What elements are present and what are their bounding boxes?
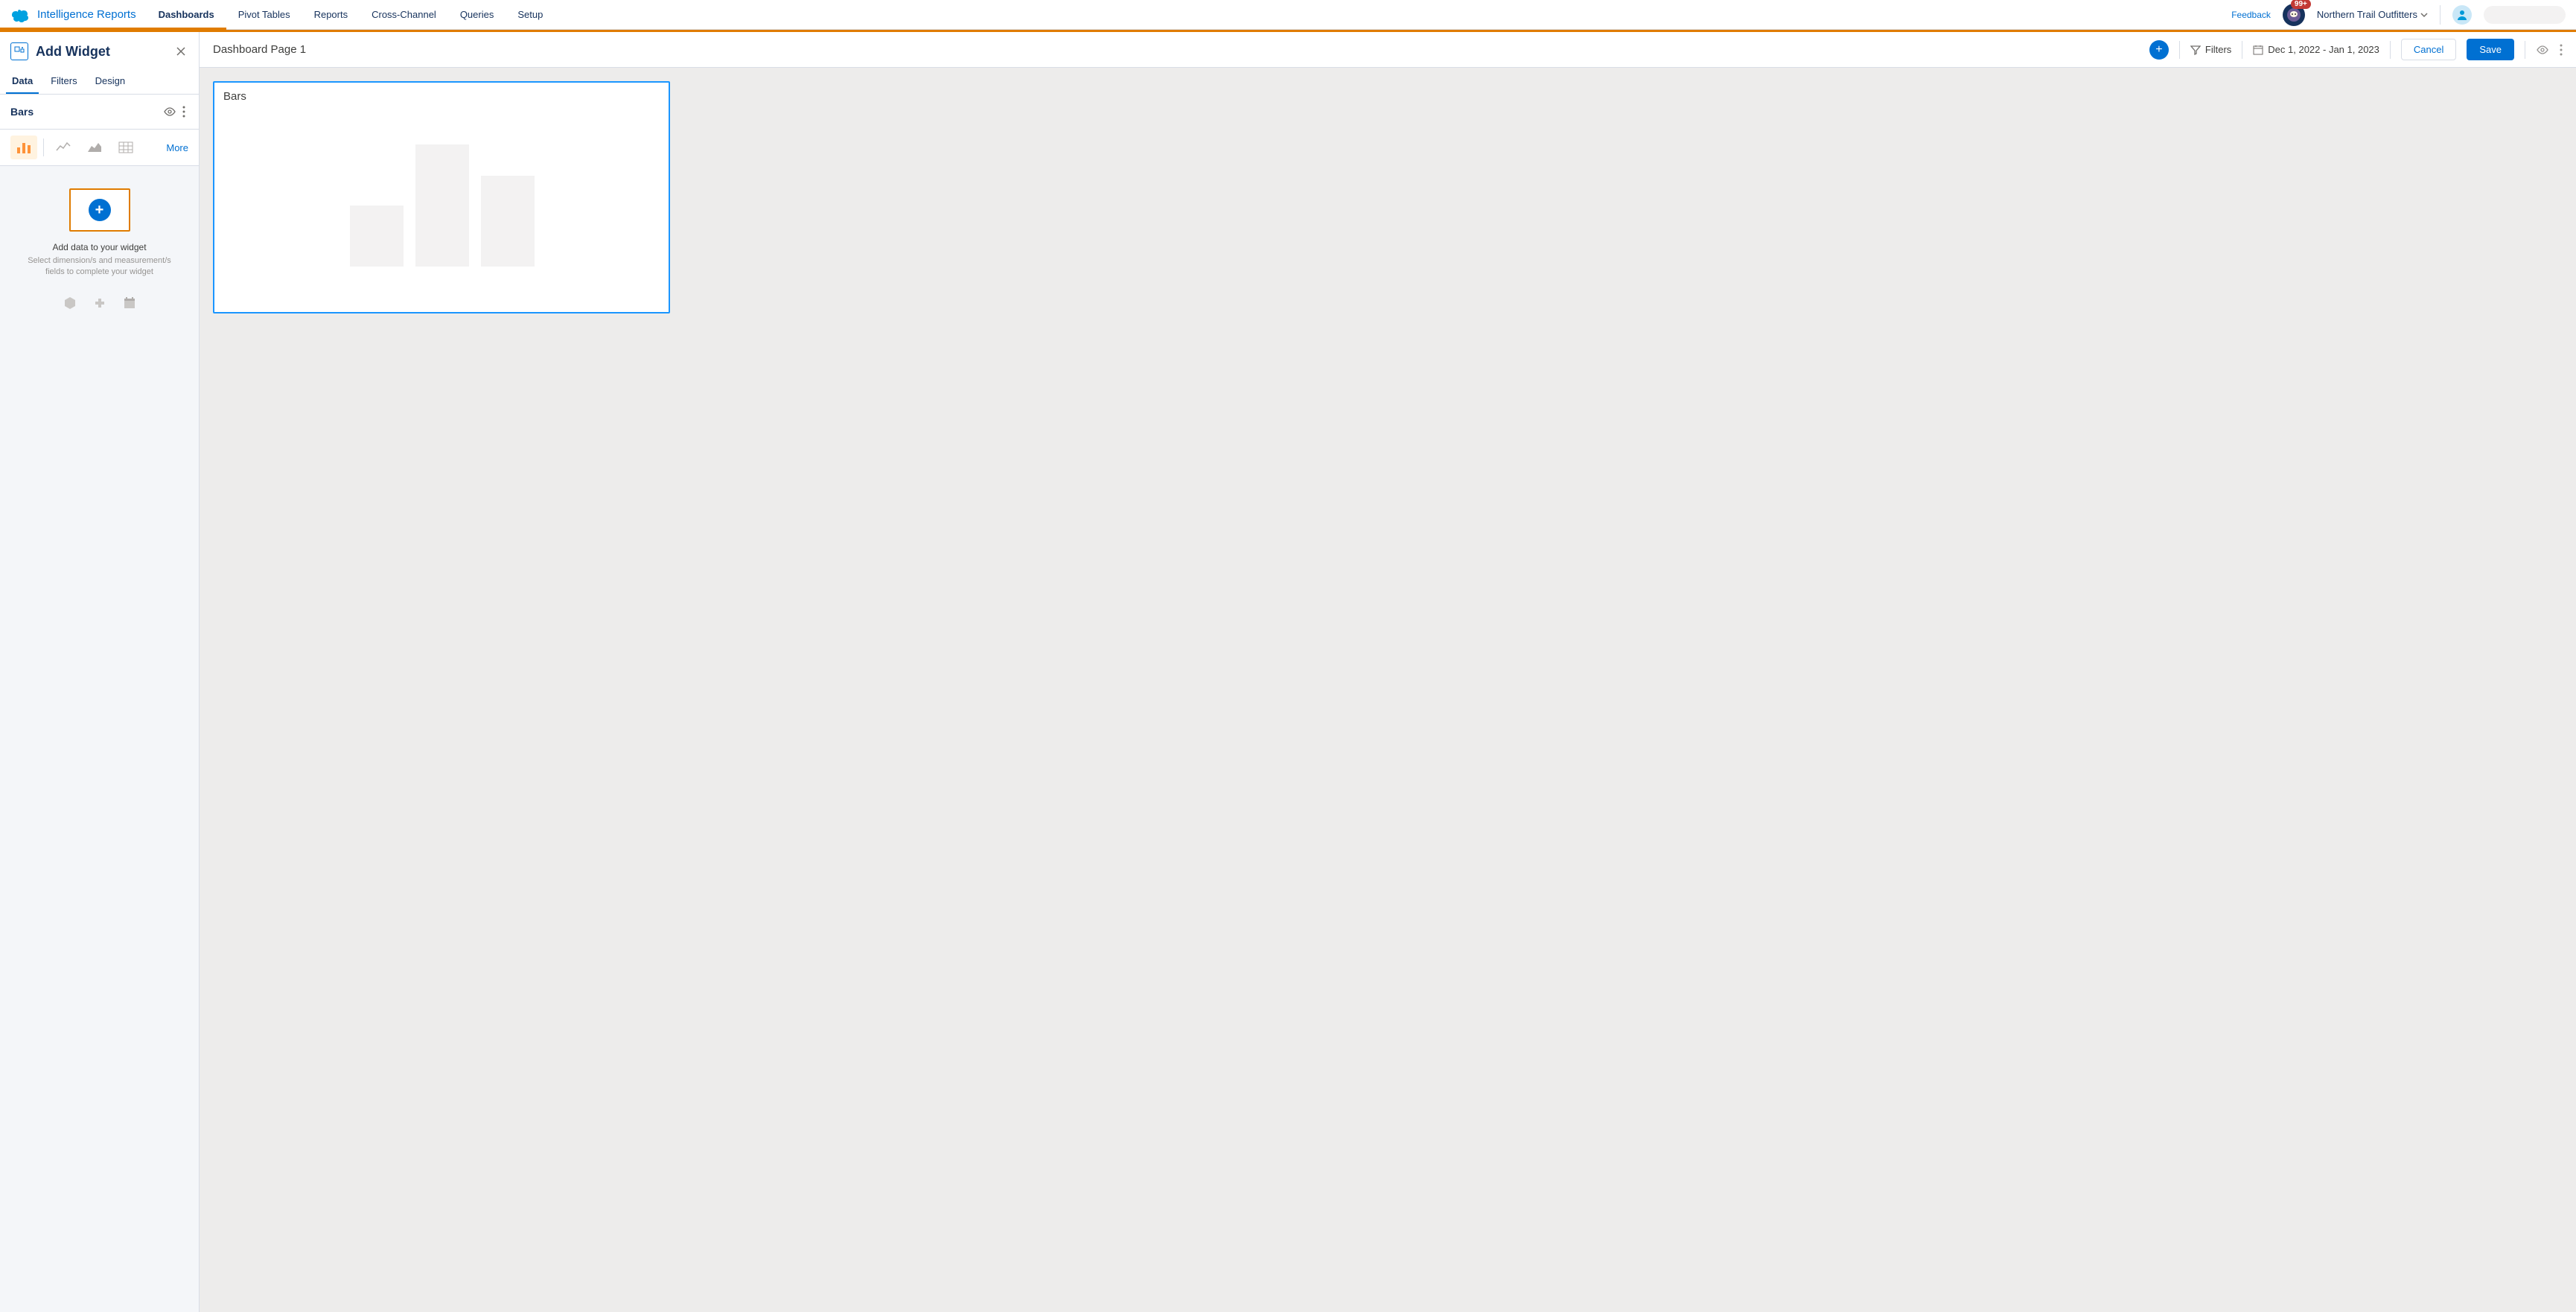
- salesforce-cloud-icon: [10, 7, 31, 22]
- sidebar-title: Add Widget: [36, 44, 166, 60]
- placeholder-bars: [350, 118, 660, 267]
- search-pill[interactable]: [2484, 6, 2566, 24]
- eye-icon: [163, 105, 176, 118]
- eye-icon: [2536, 43, 2549, 57]
- nav-tab-reports[interactable]: Reports: [302, 0, 360, 29]
- nav-tab-queries[interactable]: Queries: [448, 0, 506, 29]
- widget-name-row: Bars: [0, 95, 199, 130]
- nav-tab-pivot-tables[interactable]: Pivot Tables: [226, 0, 302, 29]
- filter-icon: [2190, 45, 2201, 55]
- widget-card-title: Bars: [223, 90, 660, 103]
- date-range-picker[interactable]: Dec 1, 2022 - Jan 1, 2023: [2253, 44, 2379, 55]
- date-range-label: Dec 1, 2022 - Jan 1, 2023: [2268, 44, 2379, 55]
- close-sidebar-button[interactable]: [173, 44, 188, 59]
- canvas-wrap: Dashboard Page 1 + Filters Dec 1, 2022 -…: [200, 32, 2576, 1312]
- divider: [2390, 41, 2391, 59]
- chart-type-more[interactable]: More: [166, 142, 188, 153]
- org-switcher[interactable]: Northern Trail Outfitters: [2317, 9, 2428, 20]
- widget-name-label: Bars: [10, 106, 160, 118]
- field-type-icons: [10, 296, 188, 310]
- app-name: Intelligence Reports: [37, 8, 136, 21]
- astro-avatar[interactable]: 99+: [2283, 4, 2305, 26]
- add-data-area: + Add data to your widget Select dimensi…: [0, 166, 199, 1312]
- nav-tab-cross-channel[interactable]: Cross-Channel: [360, 0, 448, 29]
- close-icon: [176, 47, 185, 56]
- sidebar-header: Add Widget: [0, 32, 199, 68]
- divider: [2179, 41, 2180, 59]
- sidebar-tab-filters[interactable]: Filters: [42, 68, 86, 94]
- top-nav: Intelligence Reports Dashboards Pivot Ta…: [0, 0, 2576, 30]
- nav-tab-setup[interactable]: Setup: [506, 0, 555, 29]
- date-icon: [123, 296, 136, 310]
- bar-chart-icon: [16, 141, 31, 153]
- sidebar-tab-data[interactable]: Data: [3, 68, 42, 94]
- notification-badge: 99+: [2291, 0, 2311, 9]
- chart-type-table[interactable]: [112, 136, 139, 159]
- kebab-icon: [182, 106, 185, 118]
- calendar-icon: [2253, 45, 2263, 55]
- widget-menu-button[interactable]: [179, 103, 188, 121]
- person-icon: [2456, 9, 2468, 21]
- nav-tabs: Dashboards Pivot Tables Reports Cross-Ch…: [147, 0, 555, 29]
- topbar-right: Feedback 99+ Northern Trail Outfitters: [2231, 0, 2576, 29]
- user-avatar[interactable]: [2452, 5, 2472, 25]
- org-name-label: Northern Trail Outfitters: [2317, 9, 2417, 20]
- canvas-toolbar: Dashboard Page 1 + Filters Dec 1, 2022 -…: [200, 32, 2576, 68]
- preview-toggle[interactable]: [2536, 43, 2549, 57]
- chart-type-area[interactable]: [81, 136, 108, 159]
- kebab-icon: [2560, 44, 2563, 56]
- filters-button[interactable]: Filters: [2190, 44, 2231, 55]
- astro-icon: [2286, 7, 2301, 22]
- add-widget-icon: [10, 42, 28, 60]
- widget-card[interactable]: Bars: [213, 81, 670, 313]
- cancel-button[interactable]: Cancel: [2401, 39, 2456, 60]
- measurement-icon: [93, 296, 106, 310]
- page-name: Dashboard Page 1: [213, 43, 306, 56]
- plus-icon: +: [89, 199, 111, 221]
- main: Add Widget Data Filters Design Bars: [0, 32, 2576, 1312]
- filters-label: Filters: [2205, 44, 2231, 55]
- sidebar-tabs: Data Filters Design: [0, 68, 199, 94]
- nav-tab-dashboards[interactable]: Dashboards: [147, 0, 226, 29]
- sidebar-tab-design[interactable]: Design: [86, 68, 134, 94]
- divider: [43, 138, 44, 156]
- chart-type-bar[interactable]: [10, 136, 37, 159]
- dashboard-canvas[interactable]: Bars: [200, 68, 2576, 1312]
- feedback-link[interactable]: Feedback: [2231, 10, 2271, 20]
- page-menu-button[interactable]: [2560, 44, 2563, 56]
- area-chart-icon: [87, 141, 102, 153]
- save-button[interactable]: Save: [2467, 39, 2514, 60]
- add-data-title: Add data to your widget: [10, 242, 188, 252]
- table-icon: [118, 141, 133, 153]
- brand[interactable]: Intelligence Reports: [0, 0, 147, 29]
- sidebar: Add Widget Data Filters Design Bars: [0, 32, 200, 1312]
- chart-type-line[interactable]: [50, 136, 77, 159]
- add-widget-fab[interactable]: +: [2149, 40, 2169, 60]
- line-chart-icon: [56, 141, 71, 153]
- dimension-icon: [63, 296, 77, 310]
- add-data-button[interactable]: +: [69, 188, 130, 232]
- chevron-down-icon: [2420, 11, 2428, 19]
- visibility-toggle[interactable]: [160, 102, 179, 121]
- add-data-subtitle: Select dimension/s and measurement/s fie…: [10, 255, 188, 278]
- chart-type-row: More: [0, 130, 199, 166]
